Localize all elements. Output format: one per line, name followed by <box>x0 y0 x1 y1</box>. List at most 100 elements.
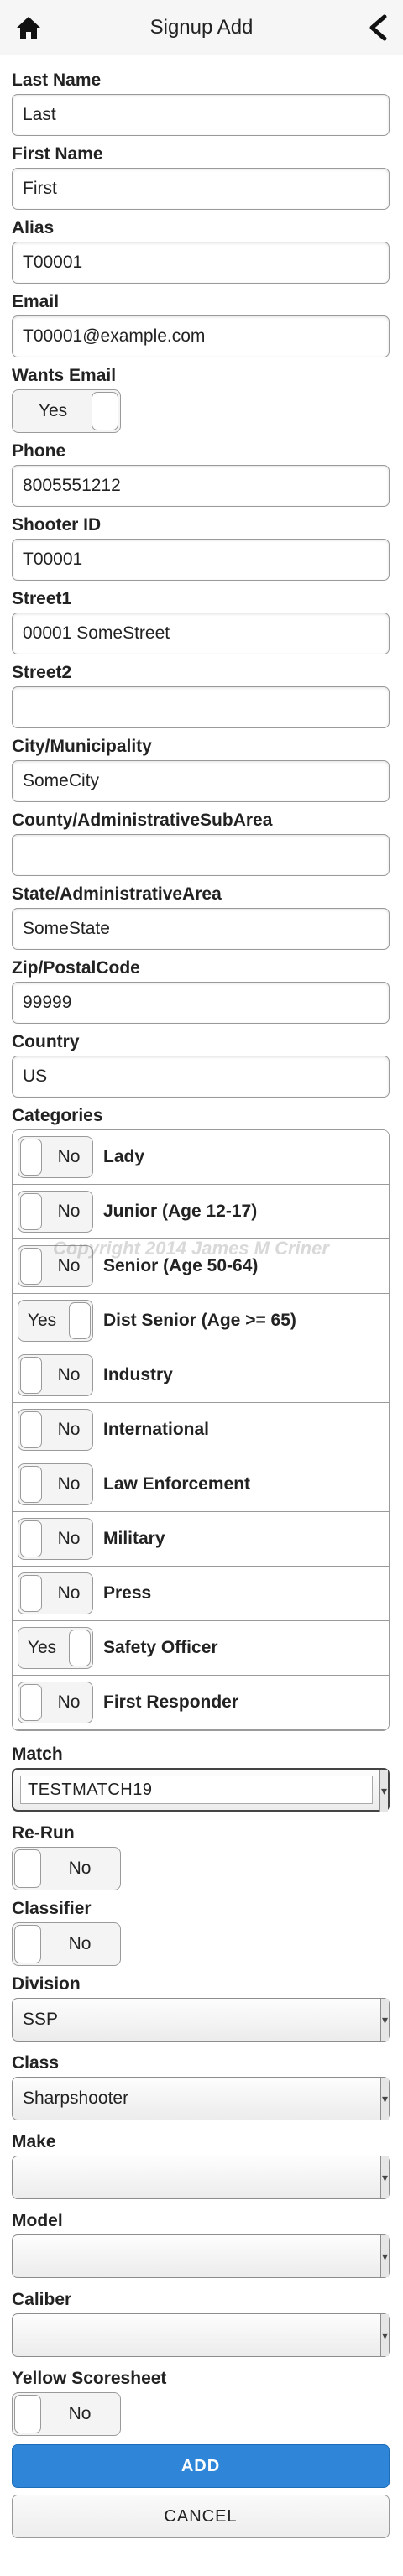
toggle-handle[interactable] <box>20 1357 42 1394</box>
dropdown-caret-icon: ▾ <box>379 1770 388 1812</box>
category-label: Dist Senior (Age >= 65) <box>103 1311 296 1330</box>
toggle-handle[interactable] <box>14 2395 41 2433</box>
wants-email-toggle[interactable]: Yes <box>12 389 121 433</box>
toggle-handle[interactable] <box>20 1411 42 1448</box>
model-select[interactable]: ▾ <box>12 2234 390 2278</box>
first-name-input[interactable] <box>12 168 390 210</box>
category-label: First Responder <box>103 1692 239 1712</box>
street2-input[interactable] <box>12 686 390 728</box>
category-row-junior: No Junior (Age 12-17) <box>13 1185 389 1239</box>
category-row-senior: No Senior (Age 50-64) <box>13 1239 389 1294</box>
press-toggle[interactable]: No <box>18 1572 93 1614</box>
chevron-left-icon[interactable] <box>366 14 390 41</box>
categories-list: No Lady No Junior (Age 12-17) No Senior … <box>12 1129 390 1731</box>
category-label: Lady <box>103 1147 145 1166</box>
phone-input[interactable] <box>12 465 390 507</box>
toggle-handle[interactable] <box>20 1248 42 1285</box>
industry-toggle-text: No <box>57 1365 81 1384</box>
match-label: Match <box>12 1744 63 1764</box>
division-select-value: SSP <box>23 2010 59 2029</box>
division-label: Division <box>12 1974 81 1994</box>
street2-label: Street2 <box>12 663 72 682</box>
first-responder-toggle[interactable]: No <box>18 1682 93 1723</box>
classifier-toggle[interactable]: No <box>12 1922 121 1966</box>
toggle-handle[interactable] <box>69 1630 91 1666</box>
toggle-handle[interactable] <box>20 1466 42 1503</box>
class-select[interactable]: Sharpshooter ▾ <box>12 2077 390 2120</box>
phone-label: Phone <box>12 441 66 461</box>
toggle-handle[interactable] <box>14 1849 41 1888</box>
toggle-handle[interactable] <box>20 1575 42 1612</box>
make-select[interactable]: ▾ <box>12 2156 390 2199</box>
toggle-handle[interactable] <box>69 1302 91 1339</box>
county-input[interactable] <box>12 834 390 876</box>
model-label: Model <box>12 2211 63 2230</box>
international-toggle[interactable]: No <box>18 1409 93 1451</box>
signup-form: Last Name First Name Alias Email Wants E… <box>0 55 403 2538</box>
dist-senior-toggle[interactable]: Yes <box>18 1300 93 1342</box>
country-input[interactable] <box>12 1056 390 1098</box>
yellow-scoresheet-label: Yellow Scoresheet <box>12 2369 167 2388</box>
category-label: Military <box>103 1529 165 1548</box>
junior-toggle[interactable]: No <box>18 1191 93 1233</box>
class-label: Class <box>12 2053 60 2073</box>
law-enforcement-toggle[interactable]: No <box>18 1463 93 1505</box>
classifier-toggle-text: No <box>68 1934 92 1953</box>
alias-input[interactable] <box>12 242 390 284</box>
email-input[interactable] <box>12 315 390 357</box>
rerun-toggle-text: No <box>68 1859 92 1878</box>
wants-email-toggle-text: Yes <box>38 401 68 420</box>
lady-toggle[interactable]: No <box>18 1136 93 1178</box>
zip-input[interactable] <box>12 982 390 1024</box>
email-label: Email <box>12 292 60 311</box>
shooter-id-label: Shooter ID <box>12 515 102 534</box>
alias-label: Alias <box>12 218 55 237</box>
toggle-handle[interactable] <box>20 1193 42 1230</box>
dist-senior-toggle-text: Yes <box>27 1311 57 1330</box>
category-label: Safety Officer <box>103 1638 218 1657</box>
yellow-scoresheet-toggle-text: No <box>68 2404 92 2423</box>
category-row-international: No International <box>13 1403 389 1457</box>
category-row-press: No Press <box>13 1567 389 1621</box>
toggle-handle[interactable] <box>14 1925 41 1963</box>
category-label: Law Enforcement <box>103 1474 251 1494</box>
toggle-handle[interactable] <box>20 1520 42 1557</box>
match-select-value: TESTMATCH19 <box>20 1776 373 1804</box>
last-name-input[interactable] <box>12 94 390 136</box>
dropdown-caret-icon: ▾ <box>380 1999 389 2041</box>
country-label: Country <box>12 1032 80 1051</box>
city-label: City/Municipality <box>12 737 152 756</box>
industry-toggle[interactable]: No <box>18 1354 93 1396</box>
military-toggle[interactable]: No <box>18 1518 93 1560</box>
add-button[interactable]: ADD <box>12 2444 390 2488</box>
match-select[interactable]: TESTMATCH19 ▾ <box>12 1768 390 1812</box>
toggle-handle[interactable] <box>20 1684 42 1721</box>
cancel-button[interactable]: CANCEL <box>12 2495 390 2538</box>
rerun-toggle[interactable]: No <box>12 1847 121 1890</box>
safety-officer-toggle[interactable]: Yes <box>18 1627 93 1669</box>
wants-email-label: Wants Email <box>12 366 117 385</box>
class-select-value: Sharpshooter <box>23 2088 129 2108</box>
senior-toggle[interactable]: No <box>18 1245 93 1287</box>
press-toggle-text: No <box>57 1583 81 1603</box>
rerun-label: Re-Run <box>12 1823 75 1843</box>
street1-input[interactable] <box>12 613 390 654</box>
lady-toggle-text: No <box>57 1147 81 1166</box>
category-row-lady: No Lady <box>13 1130 389 1185</box>
city-input[interactable] <box>12 760 390 802</box>
dropdown-caret-icon: ▾ <box>380 2235 389 2277</box>
toggle-handle[interactable] <box>92 392 118 430</box>
division-select[interactable]: SSP ▾ <box>12 1998 390 2042</box>
category-row-safety-officer: Yes Safety Officer <box>13 1621 389 1676</box>
home-icon[interactable] <box>15 14 42 41</box>
classifier-label: Classifier <box>12 1899 92 1918</box>
zip-label: Zip/PostalCode <box>12 958 140 978</box>
yellow-scoresheet-toggle[interactable]: No <box>12 2392 121 2436</box>
toggle-handle[interactable] <box>20 1139 42 1176</box>
caliber-select[interactable]: ▾ <box>12 2313 390 2357</box>
shooter-id-input[interactable] <box>12 539 390 581</box>
state-input[interactable] <box>12 908 390 950</box>
dropdown-caret-icon: ▾ <box>380 2314 389 2356</box>
page-title: Signup Add <box>149 15 254 39</box>
category-row-dist-senior: Yes Dist Senior (Age >= 65) <box>13 1294 389 1348</box>
